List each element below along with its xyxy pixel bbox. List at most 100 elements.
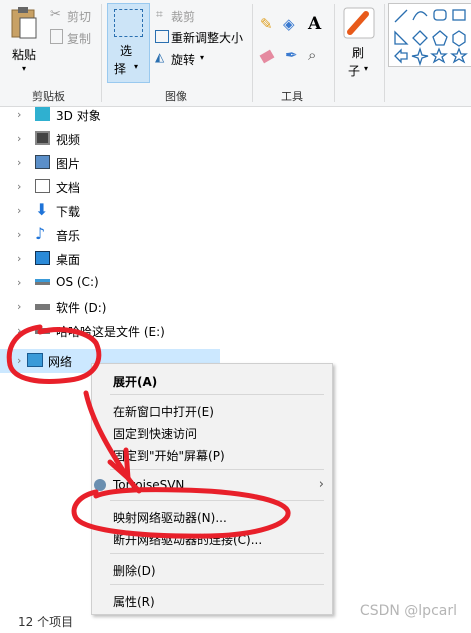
rotate-button[interactable]: 旋转 xyxy=(171,51,195,68)
documents-icon xyxy=(35,179,50,193)
ribbon: 粘贴 ▾ ✂ 剪切 复制 剪贴板 选 择 ▾ ⌗ 裁剪 重新调整大小 ◭ 旋转 … xyxy=(0,0,471,107)
chevron-right-icon[interactable]: › xyxy=(17,354,27,367)
ribbon-separator xyxy=(252,4,253,102)
paste-button[interactable]: 粘贴 ▾ xyxy=(6,4,42,78)
paste-label: 粘贴 xyxy=(12,48,37,62)
crop-icon: ⌗ xyxy=(156,7,163,21)
brushes-label-1: 刷 xyxy=(352,46,365,60)
brushes-dropdown-icon: ▾ xyxy=(364,64,369,73)
menu-item-label: 断开网络驱动器的连接(C)... xyxy=(113,533,263,547)
text-tool-icon[interactable]: A xyxy=(308,14,321,34)
eraser-icon[interactable] xyxy=(259,49,275,64)
brush-icon xyxy=(343,7,375,39)
chevron-right-icon[interactable]: › xyxy=(17,204,27,217)
drive-d-icon xyxy=(35,304,50,310)
menu-item-label: 固定到快速访问 xyxy=(113,427,198,441)
rotate-dropdown-icon: ▾ xyxy=(200,53,205,62)
music-icon: ♪ xyxy=(35,224,46,243)
menu-separator xyxy=(110,553,324,554)
tree-item-label: 网络 xyxy=(48,355,73,369)
menu-item-pin-start[interactable]: 固定到"开始"屏幕(P) xyxy=(92,443,332,465)
context-menu: 展开(A) 在新窗口中打开(E) 固定到快速访问 固定到"开始"屏幕(P) To… xyxy=(91,363,333,615)
menu-separator xyxy=(110,469,324,470)
drive-c-icon xyxy=(35,279,50,285)
tree-item-label: 桌面 xyxy=(56,253,81,267)
tree-item-label: OS (C:) xyxy=(56,275,99,289)
rotate-icon: ◭ xyxy=(155,50,165,64)
submenu-arrow-icon: › xyxy=(318,477,324,492)
status-item-count: 12 个项目 xyxy=(18,615,74,629)
tree-item-label: 文档 xyxy=(56,181,81,195)
paste-dropdown-icon: ▾ xyxy=(22,64,27,73)
menu-item-disconnect-network-drive[interactable]: 断开网络驱动器的连接(C)... xyxy=(92,527,332,549)
menu-separator xyxy=(110,584,324,585)
menu-item-delete[interactable]: 删除(D) xyxy=(92,558,332,580)
shapes-gallery[interactable] xyxy=(388,3,471,67)
menu-item-label: 属性(R) xyxy=(113,595,155,609)
menu-item-label: 展开(A) xyxy=(113,375,158,389)
brushes-button[interactable]: 刷 子 ▾ xyxy=(340,4,380,80)
chevron-right-icon[interactable]: › xyxy=(17,108,27,121)
menu-item-open-new-window[interactable]: 在新窗口中打开(E) xyxy=(92,399,332,421)
tree-item-drive-d[interactable]: › 软件 (D:) xyxy=(0,295,220,319)
shapes-icons xyxy=(394,9,468,67)
menu-item-label: 映射网络驱动器(N)... xyxy=(113,511,227,525)
watermark: CSDN @lpcarl xyxy=(359,603,457,619)
tree-item-documents[interactable]: › 文档 xyxy=(0,175,220,199)
paste-icon xyxy=(11,7,37,39)
magnifier-icon[interactable]: ⌕ xyxy=(308,46,316,64)
tree-item-music[interactable]: › ♪ 音乐 xyxy=(0,223,220,247)
menu-item-label: 删除(D) xyxy=(113,564,156,578)
select-label-1: 选 xyxy=(120,44,133,58)
copy-icon xyxy=(50,29,63,44)
color-picker-icon[interactable]: ✒ xyxy=(285,46,298,64)
menu-item-label: 固定到"开始"屏幕(P) xyxy=(113,449,225,463)
chevron-right-icon[interactable]: › xyxy=(17,300,27,313)
tree-item-videos[interactable]: › 视频 xyxy=(0,127,220,151)
tree-item-label: 图片 xyxy=(56,157,81,171)
cut-icon: ✂ xyxy=(50,7,61,22)
chevron-right-icon[interactable]: › xyxy=(17,252,27,265)
3d-objects-icon xyxy=(35,107,50,121)
ribbon-separator xyxy=(384,4,385,102)
menu-item-pin-quick-access[interactable]: 固定到快速访问 xyxy=(92,421,332,443)
tree-item-drive-c[interactable]: › OS (C:) xyxy=(0,271,220,295)
menu-item-properties[interactable]: 属性(R) xyxy=(92,589,332,611)
tools-group-label: 工具 xyxy=(281,90,303,103)
pencil-icon[interactable]: ✎ xyxy=(260,15,273,33)
menu-separator xyxy=(110,394,324,395)
chevron-right-icon[interactable]: › xyxy=(17,276,27,289)
videos-icon xyxy=(35,131,50,145)
chevron-right-icon[interactable]: › xyxy=(17,228,27,241)
image-group-label: 图像 xyxy=(165,90,187,103)
menu-separator xyxy=(110,500,324,501)
tree-item-downloads[interactable]: › ⬇ 下载 xyxy=(0,199,220,223)
tree-item-desktop[interactable]: › 桌面 xyxy=(0,247,220,271)
tree-item-label: 软件 (D:) xyxy=(56,301,107,315)
tortoisesvn-icon xyxy=(94,479,106,491)
chevron-right-icon[interactable]: › xyxy=(17,324,27,337)
menu-item-label: TortoiseSVN xyxy=(113,478,185,492)
menu-item-tortoisesvn[interactable]: TortoiseSVN › xyxy=(92,474,332,496)
fill-icon[interactable]: ◈ xyxy=(283,15,295,33)
tree-item-3d-objects[interactable]: › 3D 对象 xyxy=(0,103,220,127)
chevron-right-icon[interactable]: › xyxy=(17,180,27,193)
crop-button[interactable]: 裁剪 xyxy=(171,8,195,25)
tree-item-drive-e[interactable]: › 哈哈哈这是文件 (E:) xyxy=(0,319,220,343)
tree-item-label: 哈哈哈这是文件 (E:) xyxy=(56,325,165,339)
tree-item-label: 下载 xyxy=(56,205,81,219)
pictures-icon xyxy=(35,155,50,169)
copy-button[interactable]: 复制 xyxy=(67,30,91,47)
chevron-right-icon[interactable]: › xyxy=(17,132,27,145)
brushes-label-2: 子 xyxy=(348,64,361,78)
ribbon-separator xyxy=(101,4,102,102)
resize-button[interactable]: 重新调整大小 xyxy=(171,29,243,46)
tree-item-label: 视频 xyxy=(56,133,81,147)
tree-item-pictures[interactable]: › 图片 xyxy=(0,151,220,175)
menu-item-map-network-drive[interactable]: 映射网络驱动器(N)... xyxy=(92,505,332,527)
menu-item-expand[interactable]: 展开(A) xyxy=(92,369,332,391)
tree-item-label: 3D 对象 xyxy=(56,109,101,123)
select-button[interactable]: 选 择 ▾ xyxy=(107,3,150,83)
chevron-right-icon[interactable]: › xyxy=(17,156,27,169)
cut-button[interactable]: 剪切 xyxy=(67,8,91,25)
